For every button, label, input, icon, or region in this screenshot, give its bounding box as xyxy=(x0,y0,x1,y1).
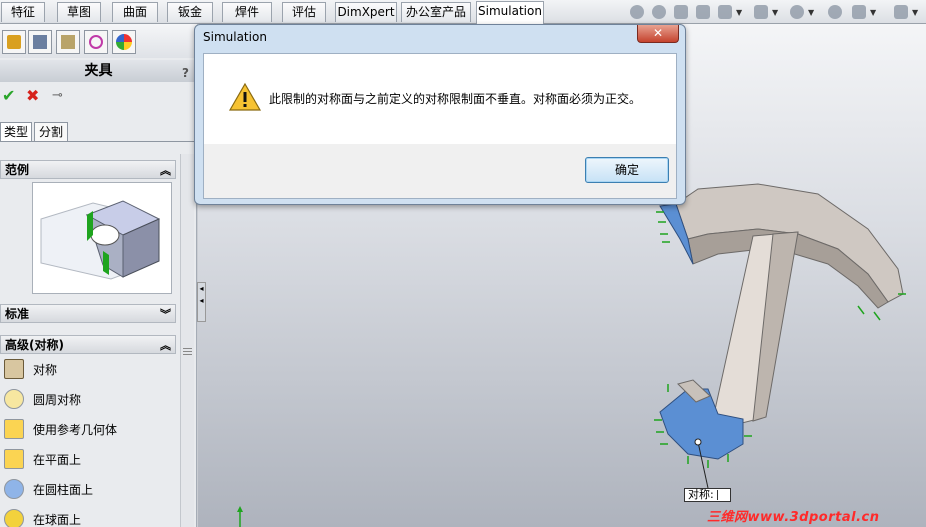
option-label: 圆周对称 xyxy=(33,393,82,407)
fixture-option-on-plane[interactable]: 在平面上 xyxy=(4,448,174,470)
dialog-title: Simulation xyxy=(203,30,267,44)
view-settings-icon[interactable] xyxy=(894,5,908,19)
zoom-to-fit-icon[interactable] xyxy=(630,5,644,19)
tab-features[interactable]: 特征 xyxy=(1,2,45,22)
section-view-icon[interactable] xyxy=(696,5,710,19)
option-label: 使用参考几何体 xyxy=(33,423,118,437)
collapse-panel-handle[interactable]: ◂ ◂ xyxy=(197,282,206,322)
option-label: 在平面上 xyxy=(33,453,82,467)
section-standard-header[interactable]: 标准 ︾ xyxy=(0,304,176,323)
configuration-icon xyxy=(61,35,75,49)
display-style-icon[interactable] xyxy=(754,5,768,19)
tab-office-products[interactable]: 办公室产品 xyxy=(401,2,471,22)
tab-weldments[interactable]: 焊件 xyxy=(222,2,272,22)
option-label: 对称 xyxy=(33,363,58,377)
symmetry-icon xyxy=(4,359,24,379)
section-advanced-header[interactable]: 高级(对称) ︽ xyxy=(0,335,176,354)
on-cylinder-icon xyxy=(4,479,24,499)
ok-check-icon[interactable]: ✔ xyxy=(2,86,15,106)
view-orientation-icon[interactable] xyxy=(718,5,732,19)
simulation-warning-dialog: Simulation ✕ 此限制的对称面与之前定义的对称限制面不垂直。对称面必须… xyxy=(194,24,686,205)
example-image xyxy=(40,200,161,280)
panel-scrollbar[interactable] xyxy=(180,154,194,527)
property-manager-tab[interactable] xyxy=(28,30,52,54)
dimxpert-manager-tab[interactable] xyxy=(84,30,108,54)
chevron-down-icon[interactable]: ▼ xyxy=(912,8,918,17)
tab-split[interactable]: 分割 xyxy=(34,122,68,142)
tab-evaluate[interactable]: 评估 xyxy=(282,2,326,22)
example-preview xyxy=(32,182,172,294)
feature-manager-tab[interactable] xyxy=(2,30,26,54)
tab-sheet-metal[interactable]: 钣金 xyxy=(167,2,213,22)
dialog-body: 此限制的对称面与之前定义的对称限制面不垂直。对称面必须为正交。 确定 xyxy=(203,53,677,199)
tab-sketch[interactable]: 草图 xyxy=(57,2,101,22)
tab-simulation[interactable]: Simulation xyxy=(476,1,544,24)
command-manager-tabbar: 特征 草图 曲面 钣金 焊件 评估 DimXpert 办公室产品 Simulat… xyxy=(0,0,926,24)
hide-show-items-icon[interactable] xyxy=(790,5,804,19)
manager-tabs xyxy=(0,24,197,58)
symmetry-callout[interactable]: 对称: xyxy=(684,488,731,502)
reference-geometry-icon xyxy=(4,419,24,439)
ok-button[interactable]: 确定 xyxy=(585,157,669,183)
on-sphere-icon xyxy=(4,509,24,527)
zoom-area-icon[interactable] xyxy=(652,5,666,19)
property-icon xyxy=(33,35,47,49)
feature-tree-icon xyxy=(7,35,21,49)
apply-scene-icon[interactable] xyxy=(852,5,866,19)
pushpin-icon[interactable]: ⊸ xyxy=(52,86,63,106)
on-plane-icon xyxy=(4,449,24,469)
callout-label: 对称: xyxy=(688,488,714,501)
warning-icon xyxy=(228,82,262,111)
chevron-down-icon[interactable]: ▼ xyxy=(870,8,876,17)
fixture-panel-header: 夹具 ? xyxy=(0,60,197,82)
cancel-x-icon[interactable]: ✖ xyxy=(26,86,39,106)
view-toolbar: ▼ ▼ ▼ ▼ ▼ xyxy=(626,0,926,24)
section-title: 标准 xyxy=(5,307,30,321)
crosshair-icon xyxy=(89,35,103,49)
tab-dimxpert[interactable]: DimXpert xyxy=(335,2,397,22)
property-manager: 夹具 ? ✔ ✖ ⊸ 类型 分割 范例 ︽ 标准 ︾ 高级(对称) ︽ 对称 圆 xyxy=(0,24,197,527)
fixture-option-circular-symmetry[interactable]: 圆周对称 xyxy=(4,388,174,410)
close-button[interactable]: ✕ xyxy=(637,25,679,43)
chevron-down-icon[interactable]: ▼ xyxy=(772,8,778,17)
section-title: 范例 xyxy=(5,163,30,177)
chevron-down-icon[interactable]: ▼ xyxy=(808,8,814,17)
section-example-header[interactable]: 范例 ︽ xyxy=(0,160,176,179)
display-manager-tab[interactable] xyxy=(112,30,136,54)
chevron-down-icon[interactable]: ▼ xyxy=(736,8,742,17)
fixture-option-reference-geometry[interactable]: 使用参考几何体 xyxy=(4,418,174,440)
edit-appearance-icon[interactable] xyxy=(828,5,842,19)
fixture-option-on-sphere[interactable]: 在球面上 xyxy=(4,508,174,527)
previous-view-icon[interactable] xyxy=(674,5,688,19)
option-label: 在球面上 xyxy=(33,513,82,527)
chevron-down-icon[interactable]: ︾ xyxy=(160,305,171,324)
watermark: 三维网www.3dportal.cn xyxy=(707,510,880,525)
tab-surfaces[interactable]: 曲面 xyxy=(112,2,158,22)
option-label: 在圆柱面上 xyxy=(33,483,94,497)
tab-type[interactable]: 类型 xyxy=(0,122,32,142)
fixture-option-symmetry[interactable]: 对称 xyxy=(4,358,174,380)
panel-title: 夹具 xyxy=(84,63,113,79)
section-title: 高级(对称) xyxy=(5,338,64,352)
color-wheel-icon xyxy=(116,34,132,50)
help-icon[interactable]: ? xyxy=(182,62,189,84)
circular-symmetry-icon xyxy=(4,389,24,409)
message-area: 此限制的对称面与之前定义的对称限制面不垂直。对称面必须为正交。 xyxy=(204,54,676,144)
chevron-up-icon[interactable]: ︽ xyxy=(160,161,171,180)
fixture-option-on-cylinder[interactable]: 在圆柱面上 xyxy=(4,478,174,500)
configuration-manager-tab[interactable] xyxy=(56,30,80,54)
warning-message: 此限制的对称面与之前定义的对称限制面不垂直。对称面必须为正交。 xyxy=(269,92,642,106)
chevron-up-icon[interactable]: ︽ xyxy=(160,336,171,355)
